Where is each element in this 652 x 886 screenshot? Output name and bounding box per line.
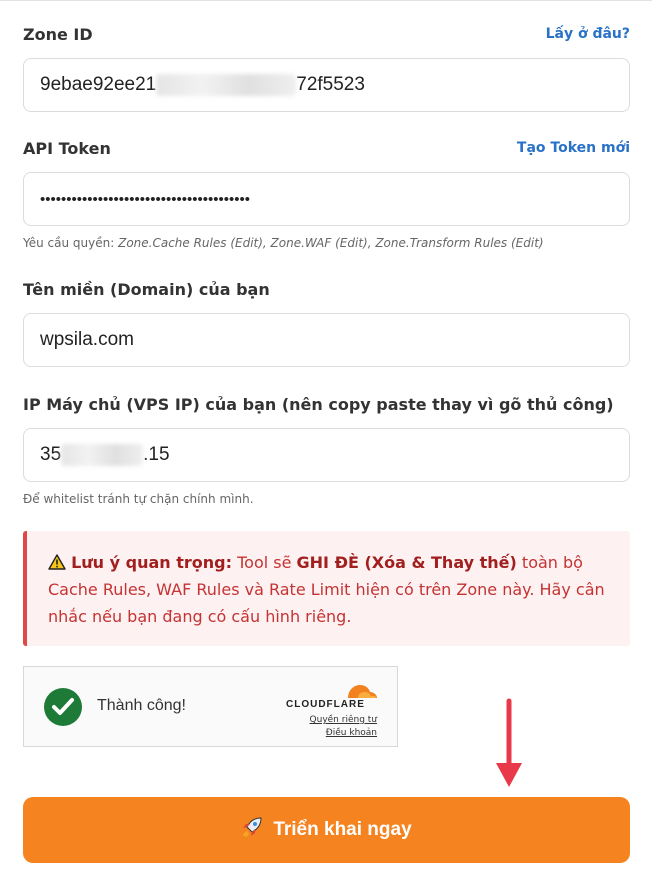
privacy-link[interactable]: Quyền riêng tư xyxy=(310,715,377,725)
api-token-field: API Token Tạo Token mới ••••••••••••••••… xyxy=(23,136,630,250)
domain-label: Tên miền (Domain) của bạn xyxy=(23,279,270,299)
domain-field: Tên miền (Domain) của bạn wpsila.com xyxy=(23,277,630,367)
warning-title: Lưu ý quan trọng: xyxy=(71,553,233,572)
turnstile-widget[interactable]: Thành công! CLOUDFLARE Quyền riêng tư Đi… xyxy=(23,666,398,747)
terms-link[interactable]: Điều khoản xyxy=(326,728,377,738)
domain-value: wpsila.com xyxy=(40,329,134,350)
zone-id-help-link[interactable]: Lấy ở đâu? xyxy=(546,26,630,42)
red-arrow-annotation xyxy=(496,698,522,787)
success-check-icon xyxy=(44,688,82,726)
vps-ip-value-start: 35 xyxy=(40,444,62,465)
redacted-blur xyxy=(61,444,144,466)
rocket-icon xyxy=(241,816,263,844)
zone-id-field: Zone ID Lấy ở đâu? 9ebae92ee21 72f5523 xyxy=(23,22,630,112)
vps-ip-hint: Để whitelist tránh tự chặn chính mình. xyxy=(23,492,254,506)
warning-emphasis: GHI ĐÈ (Xóa & Thay thế) xyxy=(296,553,517,572)
create-token-link[interactable]: Tạo Token mới xyxy=(517,140,630,156)
domain-input[interactable]: wpsila.com xyxy=(23,313,630,367)
warning-triangle-icon xyxy=(48,549,66,576)
vps-ip-input[interactable]: 35.15 xyxy=(23,428,630,482)
zone-id-label: Zone ID xyxy=(23,24,93,44)
zone-id-value-end: 72f5523 xyxy=(296,74,365,95)
api-token-hint: Yêu cầu quyền: Zone.Cache Rules (Edit), … xyxy=(23,236,544,250)
warning-box: Lưu ý quan trọng: Tool sẽ GHI ĐÈ (Xóa & … xyxy=(23,531,630,646)
vps-ip-field: IP Máy chủ (VPS IP) của bạn (nên copy pa… xyxy=(23,392,630,506)
vps-ip-value-end: .15 xyxy=(143,444,170,465)
vps-ip-label: IP Máy chủ (VPS IP) của bạn (nên copy pa… xyxy=(23,394,614,414)
deploy-button[interactable]: Triển khai ngay xyxy=(23,797,630,863)
zone-id-input[interactable]: 9ebae92ee21 72f5523 xyxy=(23,58,630,112)
zone-id-value-start: 9ebae92ee21 xyxy=(40,74,157,95)
api-token-value: •••••••••••••••••••••••••••••••••••••••• xyxy=(40,190,251,208)
redacted-blur xyxy=(156,74,297,96)
captcha-status: Thành công! xyxy=(97,697,186,714)
api-token-label: API Token xyxy=(23,138,111,158)
deploy-label: Triển khai ngay xyxy=(273,819,412,840)
cloudflare-brand: CLOUDFLARE xyxy=(286,699,365,710)
top-divider xyxy=(0,0,652,1)
api-token-input[interactable]: •••••••••••••••••••••••••••••••••••••••• xyxy=(23,172,630,226)
